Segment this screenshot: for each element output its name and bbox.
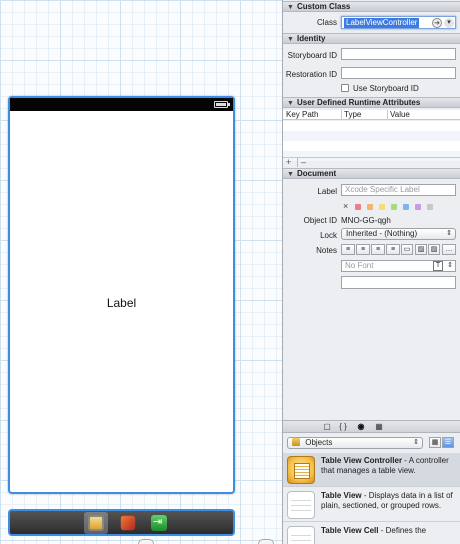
lock-popup[interactable]: Inherited - (Nothing) ⇕ xyxy=(341,228,456,240)
identity-header[interactable]: ▼ Identity xyxy=(283,33,460,44)
class-label: Class xyxy=(316,18,337,27)
use-storyboard-id-checkbox[interactable] xyxy=(341,84,349,92)
library-item-text: Table View Cell - Defines the xyxy=(321,526,427,535)
column-key-path[interactable]: Key Path xyxy=(286,110,318,120)
first-responder-icon[interactable] xyxy=(120,515,136,531)
library-item-text: Table View Controller - A controller tha… xyxy=(321,456,449,475)
view-controller-scene[interactable]: Label xyxy=(8,96,235,494)
font-field[interactable]: No Font T ⇕ xyxy=(341,260,456,272)
font-picker-icon[interactable]: T xyxy=(433,261,443,271)
library-item-table-view-controller[interactable]: Table View Controller - A controller tha… xyxy=(283,453,460,487)
label-color-yellow[interactable] xyxy=(379,204,385,210)
notes-text-area[interactable] xyxy=(341,276,456,289)
view-controller-icon[interactable] xyxy=(88,515,104,531)
library-item-table-view[interactable]: Table View - Displays data in a list of … xyxy=(283,488,460,522)
chevron-down-icon[interactable]: ▾ xyxy=(444,18,454,28)
lock-value: Inherited - (Nothing) xyxy=(346,229,418,238)
disclosure-triangle-icon: ▼ xyxy=(287,4,294,11)
document-label-label: Label xyxy=(317,187,337,196)
library-item-text: Table View - Displays data in a list of … xyxy=(321,491,453,510)
disclosure-triangle-icon: ▼ xyxy=(287,100,294,107)
paragraph-icon[interactable]: ▭ xyxy=(401,244,413,255)
object-library: ▢ { } ◉ ▦ Objects ⇕ ▦ ☰ Table View Contr… xyxy=(282,420,460,544)
popup-arrows-icon: ⇕ xyxy=(446,230,452,237)
popup-arrows-icon: ⇕ xyxy=(413,439,419,446)
more-options-icon[interactable]: … xyxy=(442,244,456,255)
table-view-icon xyxy=(287,491,315,519)
runtime-attributes-footer: + – xyxy=(283,157,460,167)
library-filter-value: Objects xyxy=(305,438,333,447)
grid-view-icon[interactable]: ▦ xyxy=(429,437,441,448)
code-snippet-library-icon[interactable]: { } xyxy=(337,422,349,432)
stepper-icon[interactable]: ⇕ xyxy=(447,261,453,271)
battery-icon xyxy=(214,101,230,108)
highlight-icon[interactable]: ▨ xyxy=(428,244,440,255)
go-to-class-icon[interactable]: ➜ xyxy=(432,18,442,28)
library-tabs: ▢ { } ◉ ▦ xyxy=(283,420,460,433)
custom-class-header[interactable]: ▼ Custom Class xyxy=(283,1,460,12)
restoration-id-field[interactable] xyxy=(341,67,456,79)
library-item-table-view-cell[interactable]: Table View Cell - Defines the xyxy=(283,523,460,544)
remove-attribute-button[interactable]: – xyxy=(297,157,306,167)
object-id-value: MNO-GG-qgh xyxy=(341,216,391,225)
align-justify-icon[interactable]: ≡ xyxy=(386,244,400,255)
object-id-label: Object ID xyxy=(303,216,337,225)
scene-dock xyxy=(8,509,235,536)
document-header[interactable]: ▼ Document xyxy=(283,168,460,179)
scene-label[interactable]: Label xyxy=(10,296,233,310)
runtime-attributes-header[interactable]: ▼ User Defined Runtime Attributes xyxy=(283,97,460,108)
runtime-attributes-table-header: Key Path Type Value xyxy=(283,110,460,120)
object-library-icon[interactable]: ◉ xyxy=(355,422,367,432)
status-bar xyxy=(10,98,233,111)
table-row xyxy=(283,131,460,141)
use-storyboard-id-label: Use Storyboard ID xyxy=(353,84,419,93)
exit-icon[interactable] xyxy=(151,515,167,531)
align-right-icon[interactable]: ≡ xyxy=(371,244,385,255)
column-type[interactable]: Type xyxy=(341,110,361,120)
label-color-green[interactable] xyxy=(391,204,397,210)
class-value[interactable]: LabelViewController xyxy=(344,18,420,28)
table-view-controller-icon xyxy=(287,456,315,484)
restoration-id-label: Restoration ID xyxy=(285,70,337,79)
label-color-blue[interactable] xyxy=(403,204,409,210)
disclosure-triangle-icon: ▼ xyxy=(287,36,294,43)
objects-icon xyxy=(292,438,300,446)
disclosure-triangle-icon: ▼ xyxy=(287,171,294,178)
runtime-attributes-table[interactable] xyxy=(283,121,460,161)
storyboard-canvas[interactable]: Label xyxy=(0,0,282,544)
library-filter-popup[interactable]: Objects ⇕ xyxy=(287,437,423,449)
notes-label: Notes xyxy=(316,246,337,255)
align-left-icon[interactable]: ≡ xyxy=(341,244,355,255)
list-view-icon[interactable]: ☰ xyxy=(442,437,454,448)
zoom-in-button[interactable] xyxy=(258,539,274,544)
storyboard-id-label: Storyboard ID xyxy=(287,51,337,60)
label-color-gray[interactable] xyxy=(427,204,433,210)
media-library-icon[interactable]: ▦ xyxy=(373,422,385,432)
align-center-icon[interactable]: ≡ xyxy=(356,244,370,255)
column-value[interactable]: Value xyxy=(387,110,410,120)
class-combo-box[interactable]: LabelViewController ➜ ▾ xyxy=(341,16,456,29)
document-label-field[interactable]: Xcode Specific Label xyxy=(341,184,456,196)
label-color-orange[interactable] xyxy=(367,204,373,210)
file-template-library-icon[interactable]: ▢ xyxy=(321,422,333,432)
font-value: No Font xyxy=(345,261,374,270)
zoom-out-button[interactable] xyxy=(138,539,154,544)
strikethrough-icon[interactable]: ▨ xyxy=(415,244,427,255)
identity-inspector xyxy=(282,0,460,420)
lock-label: Lock xyxy=(320,231,337,240)
label-color-purple[interactable] xyxy=(415,204,421,210)
clear-color-button[interactable]: × xyxy=(343,201,348,211)
add-attribute-button[interactable]: + xyxy=(286,157,291,167)
storyboard-id-field[interactable] xyxy=(341,48,456,60)
label-color-red[interactable] xyxy=(355,204,361,210)
table-view-cell-icon xyxy=(287,526,315,544)
